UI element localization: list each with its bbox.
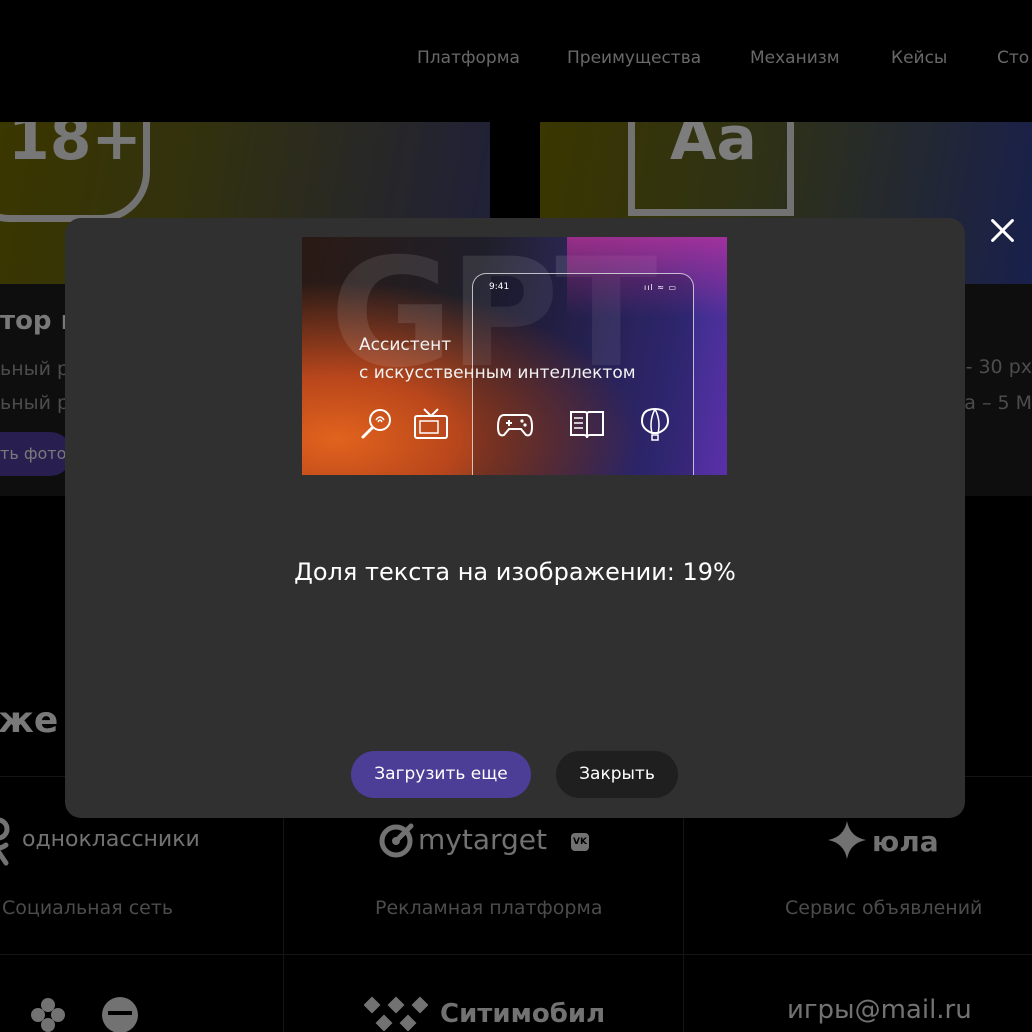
preview-headline-1: Ассистент [359,335,452,355]
tv-icon [414,408,448,439]
uploaded-image-preview: GPT 9:41 ııl ≈ ▭ Ассистент с искусственн… [302,237,727,475]
gamepad-icon [496,414,534,437]
close-icon[interactable] [984,210,1024,250]
book-icon [570,411,604,439]
preview-headline-2: с искусственным интеллектом [359,363,636,383]
phone-time: 9:41 [489,282,510,292]
upload-more-button[interactable]: Загрузить еще [351,751,531,798]
text-ratio-modal: GPT 9:41 ııl ≈ ▭ Ассистент с искусственн… [65,218,965,818]
magnifier-fingerprint-icon [361,409,391,439]
phone-status-icons: ııl ≈ ▭ [643,283,677,292]
text-ratio-message: Доля текста на изображении: 19% [294,558,736,586]
balloon-icon [640,407,670,441]
close-button[interactable]: Закрыть [556,751,678,798]
